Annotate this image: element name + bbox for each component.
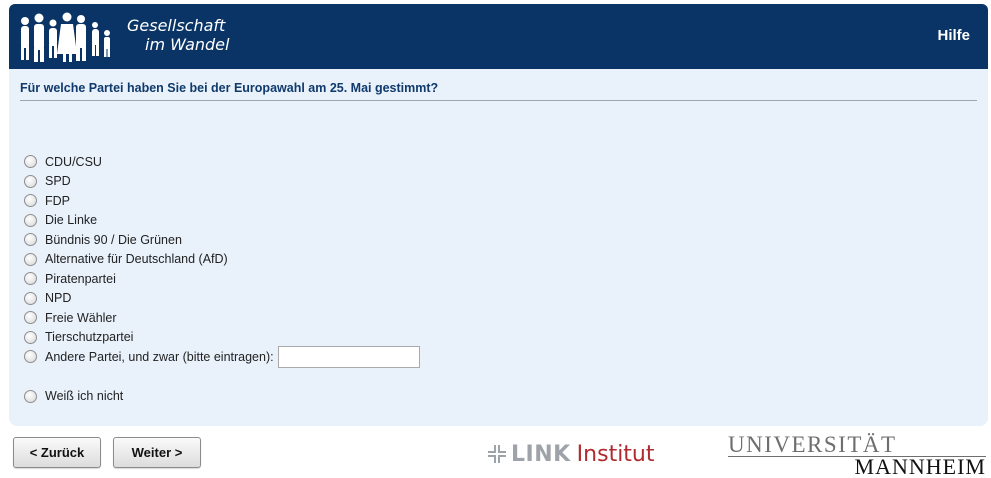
brand-line-1: Gesellschaft — [127, 16, 226, 35]
uni-wordmark-line-2: MANNHEIM — [854, 454, 986, 478]
link-cross-icon — [488, 445, 506, 463]
option-label: FDP — [45, 193, 70, 208]
radio-button[interactable] — [24, 389, 37, 403]
radio-button[interactable] — [24, 272, 37, 286]
question-panel: Für welche Partei haben Sie bei der Euro… — [9, 69, 988, 426]
radio-button[interactable] — [24, 311, 37, 325]
link-wordmark: LINK — [511, 441, 571, 467]
option-weiss-nicht[interactable]: Weiß ich nicht — [24, 387, 420, 407]
people-silhouettes-icon — [21, 12, 110, 62]
next-button[interactable]: Weiter > — [113, 437, 201, 468]
brand-title: Gesellschaft im Wandel — [127, 16, 229, 54]
option-tierschutzpartei[interactable]: Tierschutzpartei — [24, 328, 420, 348]
radio-button[interactable] — [24, 194, 37, 208]
answer-options: CDU/CSU SPD FDP Die Linke Bündnis 90 / D… — [24, 152, 420, 406]
option-die-linke[interactable]: Die Linke — [24, 211, 420, 231]
option-andere-partei[interactable]: Andere Partei, und zwar (bitte eintragen… — [24, 345, 420, 368]
radio-button[interactable] — [24, 233, 37, 247]
radio-button[interactable] — [24, 213, 37, 227]
other-party-input[interactable] — [277, 345, 420, 368]
option-label: Alternative für Deutschland (AfD) — [45, 252, 228, 267]
radio-button[interactable] — [24, 350, 37, 364]
option-label: Die Linke — [45, 213, 98, 228]
option-piratenpartei[interactable]: Piratenpartei — [24, 269, 420, 289]
option-label: Andere Partei, und zwar (bitte eintragen… — [45, 349, 274, 364]
option-label: Freie Wähler — [45, 310, 117, 325]
institut-wordmark: Institut — [576, 441, 655, 467]
option-label: NPD — [45, 291, 72, 306]
radio-button[interactable] — [24, 291, 37, 305]
option-label: Piratenpartei — [45, 271, 116, 286]
radio-button[interactable] — [24, 155, 37, 169]
option-label: SPD — [45, 174, 71, 189]
brand-line-2: im Wandel — [145, 35, 230, 54]
option-spd[interactable]: SPD — [24, 172, 420, 192]
option-label: Bündnis 90 / Die Grünen — [45, 232, 182, 247]
option-freie-waehler[interactable]: Freie Wähler — [24, 308, 420, 328]
option-fdp[interactable]: FDP — [24, 191, 420, 211]
help-link[interactable]: Hilfe — [937, 27, 970, 44]
radio-button[interactable] — [24, 330, 37, 344]
option-label: Tierschutzpartei — [45, 330, 134, 345]
radio-button[interactable] — [24, 174, 37, 188]
question-text: Für welche Partei haben Sie bei der Euro… — [20, 81, 977, 101]
back-button[interactable]: < Zurück — [13, 437, 101, 468]
option-label: Weiß ich nicht — [45, 389, 124, 404]
option-gruene[interactable]: Bündnis 90 / Die Grünen — [24, 230, 420, 250]
option-label: CDU/CSU — [45, 154, 102, 169]
header-bar: Gesellschaft im Wandel Hilfe — [9, 4, 988, 69]
link-institut-logo: LINK Institut — [487, 440, 655, 468]
survey-page: Gesellschaft im Wandel Hilfe Für welche … — [0, 0, 991, 478]
radio-button[interactable] — [24, 252, 37, 266]
option-npd[interactable]: NPD — [24, 289, 420, 309]
option-afd[interactable]: Alternative für Deutschland (AfD) — [24, 250, 420, 270]
brand-logo: Gesellschaft im Wandel — [17, 4, 257, 69]
uni-mannheim-logo: UNIVERSITÄT MANNHEIM — [728, 432, 988, 478]
option-cdu-csu[interactable]: CDU/CSU — [24, 152, 420, 172]
